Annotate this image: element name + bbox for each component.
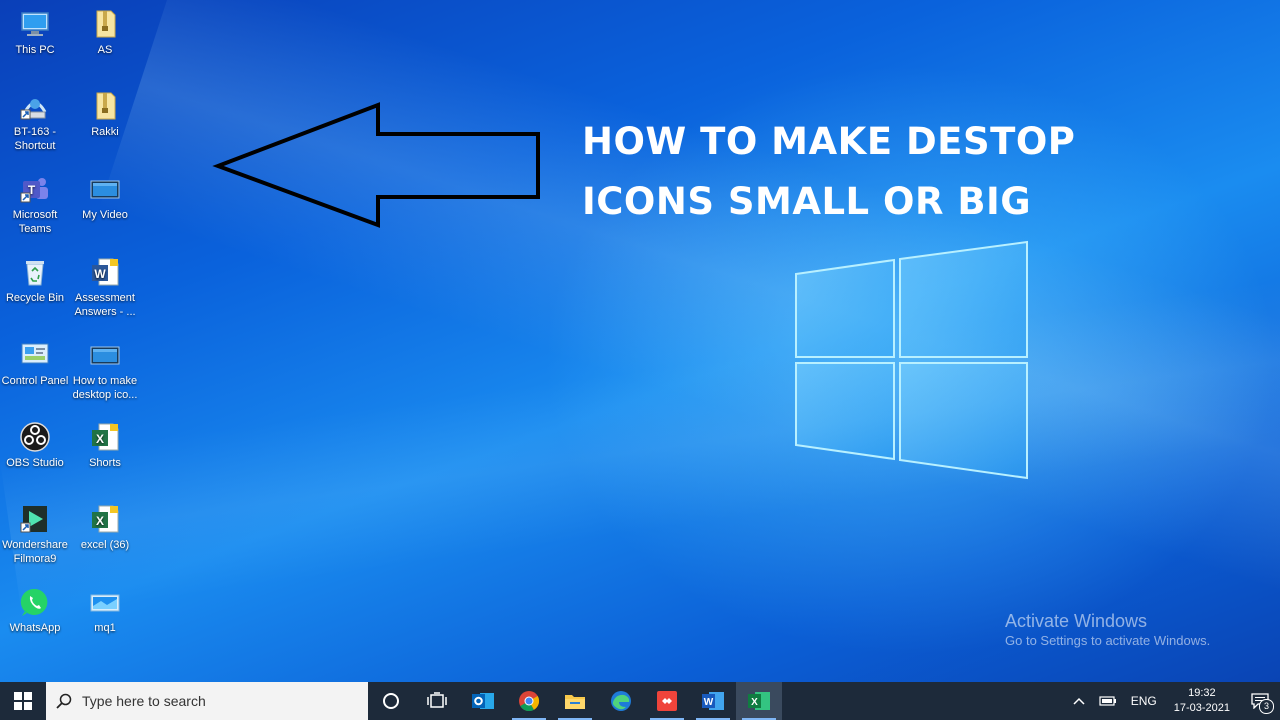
excel-taskbar-button[interactable]: X: [736, 682, 782, 720]
svg-text:X: X: [751, 697, 758, 708]
activate-windows-watermark: Activate Windows Go to Settings to activ…: [1005, 610, 1210, 650]
desktop-icon-label: excel (36): [80, 539, 130, 551]
video-title-overlay: HOW TO MAKE DESTOP ICONS SMALL OR BIG: [582, 112, 1075, 232]
language-indicator[interactable]: ENG: [1124, 682, 1164, 720]
notification-count-badge: 3: [1259, 699, 1274, 714]
desktop-icon-label: This PC: [15, 44, 55, 56]
desktop-icon-label: mq1: [94, 622, 116, 634]
desktop-icon-wondershare-filmora9[interactable]: Wondershare Filmora9: [0, 503, 70, 566]
chrome-icon: [519, 691, 540, 712]
clock-date: 17-03-2021: [1173, 702, 1230, 714]
word-icon: W: [702, 692, 724, 710]
desktop-icon-label: WhatsApp: [9, 622, 61, 634]
desktop-icon-shorts[interactable]: X Shorts: [70, 421, 140, 470]
file-explorer-icon: [565, 695, 585, 709]
headline-line-1: HOW TO MAKE DESTOP: [582, 120, 1076, 163]
anydesk-icon: [657, 691, 677, 711]
desktop-icon-assessment-answers[interactable]: W Assessment Answers - ...: [70, 256, 140, 319]
taskbar: W X ENG 19:32 17-03-2021: [0, 682, 1280, 720]
desktop-icon-label: My Video: [82, 209, 128, 221]
show-hidden-icons-button[interactable]: [1066, 682, 1092, 720]
activate-windows-subtitle: Go to Settings to activate Windows.: [1005, 633, 1211, 648]
desktop-icon-as[interactable]: AS: [70, 8, 140, 57]
desktop[interactable]: This PC BT-163 - Shortcut T Microsoft Te…: [0, 0, 1280, 682]
outlook-taskbar-button[interactable]: [460, 682, 506, 720]
edge-icon: [611, 691, 631, 711]
chevron-up-icon: [1073, 697, 1085, 705]
excel-icon: X: [748, 692, 770, 710]
activate-windows-title: Activate Windows: [1005, 611, 1148, 631]
desktop-icon-label: Shorts: [89, 457, 121, 469]
anydesk-taskbar-button[interactable]: [644, 682, 690, 720]
clock[interactable]: 19:32 17-03-2021: [1164, 682, 1240, 720]
desktop-icon-control-panel[interactable]: Control Panel: [0, 339, 70, 388]
word-taskbar-button[interactable]: W: [690, 682, 736, 720]
video-file-icon: [90, 180, 120, 199]
desktop-icon-bt-163-shortcut[interactable]: BT-163 - Shortcut: [0, 90, 70, 153]
arrow-left-annotation: [212, 102, 540, 228]
desktop-icon-label: Wondershare Filmora9: [2, 539, 68, 565]
excel-document-icon: X: [92, 423, 119, 451]
video-file-icon: [90, 346, 120, 365]
search-input[interactable]: [80, 692, 354, 710]
desktop-icon-how-to-make-desktop-ico[interactable]: How to make desktop ico...: [70, 339, 140, 402]
network-shortcut-icon: [20, 99, 47, 120]
start-button[interactable]: [0, 682, 46, 720]
desktop-icon-recycle-bin[interactable]: Recycle Bin: [0, 256, 70, 305]
svg-text:W: W: [704, 697, 714, 708]
search-icon: [56, 693, 72, 709]
filmora-icon: [20, 506, 47, 533]
windows-logo-wallpaper: [795, 240, 1028, 480]
cortana-circle-icon: [383, 693, 399, 709]
clock-time: 19:32: [1188, 687, 1216, 699]
desktop-icon-label: How to make desktop ico...: [72, 375, 138, 401]
outlook-icon: [472, 693, 494, 709]
desktop-icon-label: AS: [97, 44, 113, 56]
folder-zip-icon: [96, 92, 116, 120]
desktop-icon-label: BT-163 - Shortcut: [13, 126, 57, 152]
desktop-icon-whatsapp[interactable]: WhatsApp: [0, 586, 70, 635]
desktop-icon-label: OBS Studio: [6, 457, 64, 469]
obs-icon: [20, 422, 50, 452]
desktop-icon-label: Control Panel: [1, 375, 69, 387]
control-panel-icon: [21, 343, 49, 364]
desktop-icon-label: Rakki: [91, 126, 119, 138]
system-tray: ENG 19:32 17-03-2021 3: [1066, 682, 1280, 720]
action-center-button[interactable]: 3: [1240, 682, 1280, 720]
desktop-icon-microsoft-teams[interactable]: T Microsoft Teams: [0, 173, 70, 236]
battery-charging-icon: [1099, 696, 1116, 706]
desktop-icon-rakki[interactable]: Rakki: [70, 90, 140, 139]
battery-button[interactable]: [1092, 682, 1124, 720]
task-view-icon: [427, 692, 447, 708]
desktop-icon-obs-studio[interactable]: OBS Studio: [0, 421, 70, 470]
teams-icon: T: [20, 178, 48, 203]
desktop-icon-mq1[interactable]: mq1: [70, 586, 140, 635]
desktop-icon-label: Microsoft Teams: [12, 209, 58, 235]
task-view-button[interactable]: [414, 682, 460, 720]
desktop-icon-this-pc[interactable]: This PC: [0, 8, 70, 57]
edge-taskbar-button[interactable]: [598, 682, 644, 720]
taskbar-search-box[interactable]: [46, 682, 368, 720]
svg-text:X: X: [96, 514, 104, 528]
svg-text:X: X: [96, 432, 104, 446]
image-file-icon: [90, 594, 120, 612]
recycle-bin-icon: [26, 261, 44, 286]
windows-start-icon: [14, 692, 32, 710]
svg-text:W: W: [94, 267, 106, 281]
folder-zip-icon: [96, 10, 116, 38]
desktop-icon-label: Assessment Answers - ...: [74, 292, 136, 318]
chrome-taskbar-button[interactable]: [506, 682, 552, 720]
computer-icon: [21, 12, 49, 36]
whatsapp-icon: [20, 588, 48, 616]
word-document-icon: W: [92, 258, 119, 286]
file-explorer-taskbar-button[interactable]: [552, 682, 598, 720]
desktop-icon-my-video[interactable]: My Video: [70, 173, 140, 222]
desktop-icon-label: Recycle Bin: [5, 292, 65, 304]
cortana-button[interactable]: [368, 682, 414, 720]
desktop-icon-excel-36[interactable]: X excel (36): [70, 503, 140, 552]
excel-document-icon: X: [92, 505, 119, 533]
headline-line-2: ICONS SMALL OR BIG: [582, 180, 1032, 223]
